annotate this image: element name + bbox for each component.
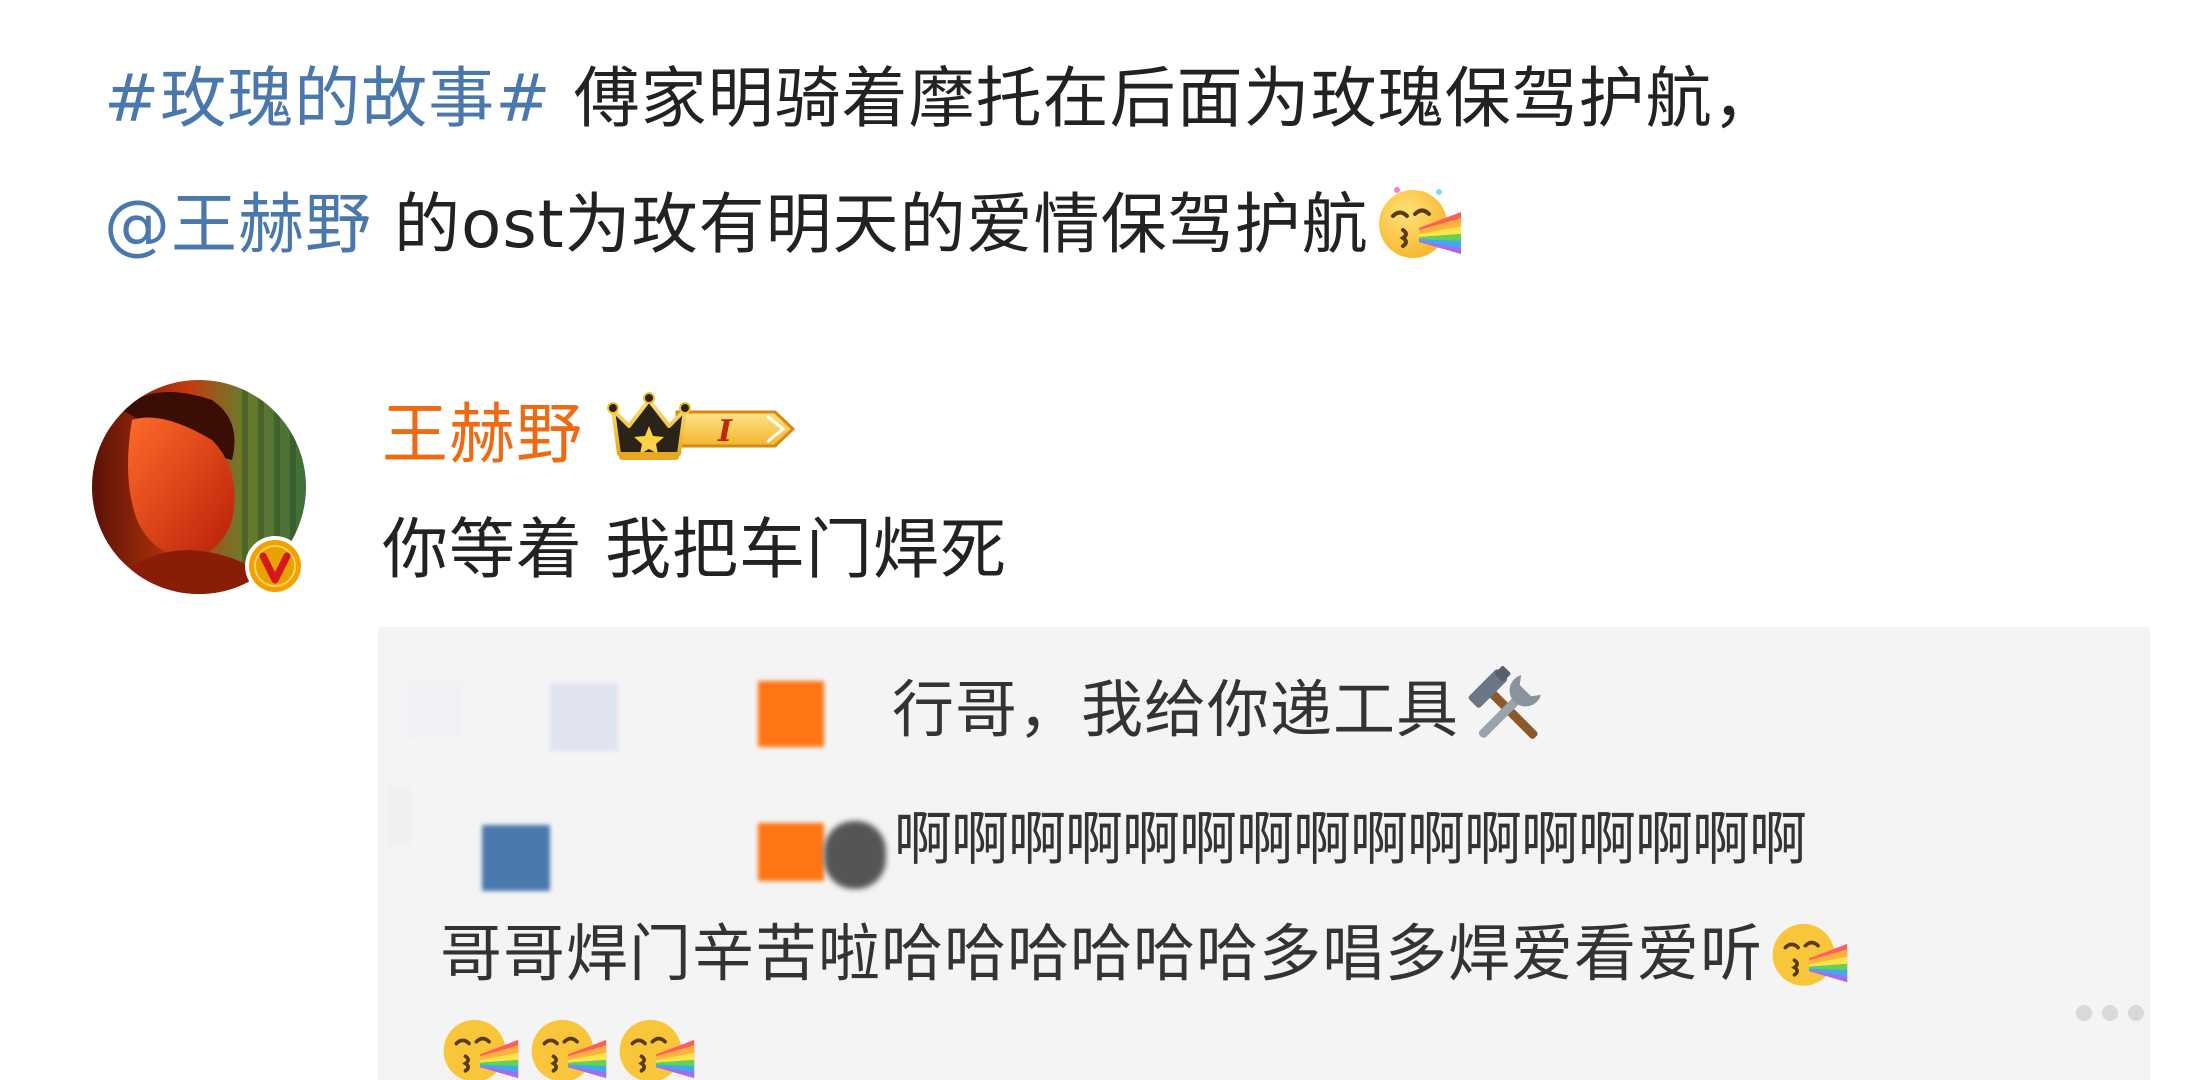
reply-1-text: 行哥，我给你递工具 bbox=[892, 673, 1460, 746]
rainbow-kiss-emoji-icon bbox=[1378, 186, 1461, 258]
mention-link[interactable]: @王赫野 bbox=[104, 186, 372, 263]
reply-2-line-2: 哥哥焊门辛苦啦哈哈哈哈哈哈多唱多焊爱看爱听 bbox=[440, 903, 1849, 993]
rainbow-kiss-emoji-icon bbox=[619, 1019, 695, 1080]
dot bbox=[2102, 1005, 2118, 1021]
comment-header: 王赫野 I bbox=[382, 384, 797, 474]
rainbow-kiss-emoji-icon bbox=[1772, 923, 1848, 986]
comment-text: 你等着 我把车门焊死 bbox=[382, 511, 1007, 588]
reply-1-blurred-name-a bbox=[406, 681, 462, 739]
reply-2-emoji-row bbox=[440, 1009, 696, 1080]
reply-2-blurred-name-a bbox=[388, 787, 410, 845]
post-body: #玫瑰的故事# 傅家明骑着摩托在后面为玫瑰保驾护航， @王赫野 的ost为玫有明… bbox=[104, 36, 2144, 288]
post-line-1: #玫瑰的故事# 傅家明骑着摩托在后面为玫瑰保驾护航， bbox=[104, 36, 2144, 162]
post-text-1: 傅家明骑着摩托在后面为玫瑰保驾护航， bbox=[551, 60, 1780, 137]
reply-2-blurred-name-b bbox=[482, 825, 550, 891]
reply-2-text: 哥哥焊门辛苦啦哈哈哈哈哈哈多唱多焊爱看爱听 bbox=[440, 917, 1764, 990]
level-badge: I bbox=[607, 392, 797, 466]
dot bbox=[2128, 1005, 2144, 1021]
weibo-post-screenshot: #玫瑰的故事# 傅家明骑着摩托在后面为玫瑰保驾护航， @王赫野 的ost为玫有明… bbox=[0, 0, 2201, 1080]
reply-1: 行哥，我给你递工具 bbox=[892, 659, 1551, 753]
replies-box: 行哥，我给你递工具 啊啊啊啊啊啊啊啊啊啊啊啊啊啊啊啊 哥哥焊门辛苦啦哈哈哈哈哈哈… bbox=[378, 627, 2150, 1080]
reply-2-line-1: 啊啊啊啊啊啊啊啊啊啊啊啊啊啊啊啊 bbox=[894, 805, 1807, 873]
level-badge-text: I bbox=[717, 414, 733, 449]
rainbow-kiss-emoji-icon bbox=[531, 1019, 607, 1080]
more-replies-dots-icon[interactable] bbox=[2076, 1005, 2144, 1021]
hashtag-link[interactable]: #玫瑰的故事# bbox=[104, 60, 552, 137]
post-line-2: @王赫野 的ost为玫有明天的爱情保驾护航 bbox=[104, 162, 2144, 288]
post-text-2: 的ost为玫有明天的爱情保驾护航 bbox=[372, 186, 1369, 263]
comment-author-name[interactable]: 王赫野 bbox=[382, 381, 583, 477]
verified-v-badge-icon bbox=[245, 536, 305, 596]
reply-1-blurred-name-b bbox=[550, 683, 618, 751]
rainbow-kiss-emoji-icon bbox=[443, 1019, 519, 1080]
hammer-and-wrench-icon bbox=[1468, 665, 1541, 739]
reply-1-blurred-name-c bbox=[758, 681, 824, 747]
crown-icon: I bbox=[607, 392, 796, 460]
reply-2-blurred-name-c bbox=[758, 823, 824, 881]
dot bbox=[2076, 1005, 2092, 1021]
reply-2-blurred-avatar bbox=[824, 821, 886, 889]
